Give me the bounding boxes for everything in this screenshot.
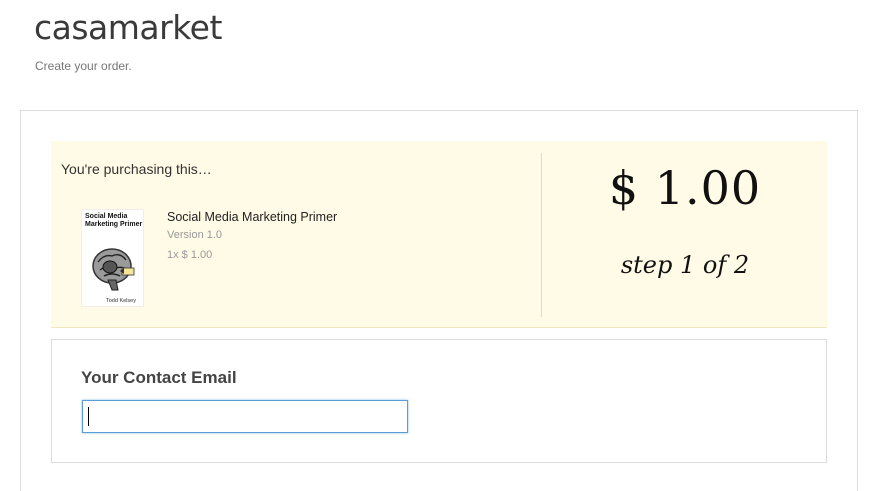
cover-title: Social Media Marketing Primer (85, 213, 143, 228)
contact-section: Your Contact Email (51, 339, 827, 463)
site-title[interactable]: casamarket (34, 8, 222, 47)
product-version: Version 1.0 (167, 229, 223, 241)
contact-email-input[interactable] (82, 400, 408, 433)
order-panel: You're purchasing this… Social Media Mar… (20, 110, 858, 491)
step-indicator: step 1 of 2 (620, 251, 750, 279)
text-caret (88, 407, 89, 426)
product-name: Social Media Marketing Primer (167, 210, 338, 224)
site-tagline: Create your order. (35, 59, 132, 73)
order-summary: You're purchasing this… Social Media Mar… (51, 141, 827, 328)
cover-author: Todd Kelsey (106, 298, 136, 304)
contact-email-label: Your Contact Email (81, 368, 237, 387)
product-quantity-price: 1x $ 1.00 (167, 249, 213, 261)
order-total-price: $ 1.00 (608, 161, 762, 215)
summary-heading: You're purchasing this… (61, 161, 212, 177)
summary-divider (541, 153, 542, 317)
cover-brain-illustration-icon (92, 248, 135, 291)
product-cover-image: Social Media Marketing Primer Todd Kelse… (81, 209, 144, 307)
